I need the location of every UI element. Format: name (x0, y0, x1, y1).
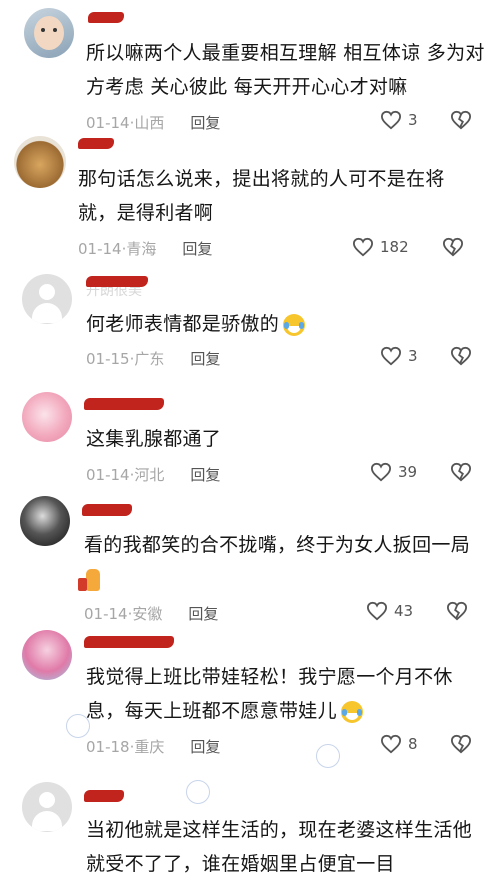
dislike-button[interactable] (450, 110, 472, 134)
dislike-button[interactable] (450, 346, 472, 370)
laughing-tears-emoji (340, 700, 363, 723)
avatar[interactable] (24, 8, 74, 58)
broken-heart-icon (450, 110, 472, 130)
comment-text: 我觉得上班比带娃轻松！我宁愿一个月不休息，每天上班都不愿意带娃儿 (86, 660, 476, 728)
comment-location: 重庆 (134, 738, 165, 756)
avatar[interactable] (22, 274, 72, 324)
heart-outline-icon (352, 237, 374, 257)
comment-meta: 01-14 · 河北 回复 (86, 464, 220, 485)
comment-location: 安徽 (132, 605, 163, 623)
touch-indicator (316, 744, 340, 768)
username-redacted[interactable] (88, 12, 124, 23)
comment-date: 01-14 (84, 604, 128, 623)
username-redacted[interactable] (78, 138, 114, 149)
comment-location: 广东 (134, 350, 165, 368)
username-redacted[interactable] (84, 790, 124, 802)
broken-heart-icon (450, 734, 472, 754)
thumbs-up-emoji (78, 568, 100, 591)
like-count: 182 (380, 238, 409, 256)
touch-indicator (186, 780, 210, 804)
username-redacted[interactable] (82, 504, 132, 516)
reply-button[interactable]: 回复 (190, 736, 220, 757)
like-count: 43 (394, 602, 414, 620)
broken-heart-icon (446, 601, 468, 621)
heart-outline-icon (380, 346, 402, 366)
comment-text: 当初他就是这样生活的，现在老婆这样生活他就受不了了，谁在婚姻里占便宜一目 (86, 819, 473, 875)
comment-text: 所以嘛两个人最重要相互理解 相互体谅 多为对方考虑 关心彼此 每天开开心心才对嘛 (86, 42, 485, 98)
heart-outline-icon (380, 734, 402, 754)
comment-date: 01-14 (86, 465, 130, 484)
comment-text-content: 我觉得上班比带娃轻松！我宁愿一个月不休息，每天上班都不愿意带娃儿 (86, 666, 453, 722)
broken-heart-icon (450, 462, 472, 482)
comment-location: 山西 (134, 114, 165, 132)
comment-text-content: 何老师表情都是骄傲的 (86, 313, 280, 335)
reply-button[interactable]: 回复 (190, 464, 220, 485)
comment-text: 那句话怎么说来，提出将就的人可不是在将就，是得利者啊 (78, 168, 445, 224)
comment-meta: 01-14 · 安徽 回复 (84, 603, 218, 624)
reply-button[interactable]: 回复 (190, 348, 220, 369)
reply-button[interactable]: 回复 (190, 112, 220, 133)
comment-date: 01-14 (78, 239, 122, 258)
comment-location: 河北 (134, 466, 165, 484)
dislike-button[interactable] (446, 601, 468, 625)
like-button[interactable]: 3 (380, 346, 418, 366)
comment-text-content: 看的我都笑的合不拢嘴，终于为女人扳回一局 (84, 534, 471, 556)
comment-location: 青海 (126, 240, 157, 258)
comment-text: 何老师表情都是骄傲的 (86, 307, 486, 341)
heart-outline-icon (370, 462, 392, 482)
username-redacted[interactable] (84, 636, 174, 648)
comment-date: 01-18 (86, 737, 130, 756)
avatar[interactable] (22, 630, 72, 680)
dislike-button[interactable] (442, 237, 464, 261)
like-button[interactable]: 8 (380, 734, 418, 754)
broken-heart-icon (450, 346, 472, 366)
avatar[interactable] (14, 136, 66, 188)
like-count: 3 (408, 347, 418, 365)
heart-outline-icon (366, 601, 388, 621)
comment-meta: 01-18 · 重庆 回复 (86, 736, 220, 757)
avatar[interactable] (22, 392, 72, 442)
like-button[interactable]: 43 (366, 601, 413, 621)
comment-text: 看的我都笑的合不拢嘴，终于为女人扳回一局 (78, 528, 484, 596)
comment-meta: 01-14 · 山西 回复 (86, 112, 220, 133)
like-count: 8 (408, 735, 418, 753)
heart-outline-icon (380, 110, 402, 130)
dislike-button[interactable] (450, 734, 472, 758)
reply-button[interactable]: 回复 (182, 238, 212, 259)
comment-text: 这集乳腺都通了 (86, 428, 222, 450)
like-button[interactable]: 182 (352, 237, 409, 257)
like-count: 39 (398, 463, 418, 481)
like-count: 3 (408, 111, 418, 129)
touch-indicator (66, 714, 90, 738)
reply-button[interactable]: 回复 (188, 603, 218, 624)
comment-meta: 01-14 · 青海 回复 (78, 238, 212, 259)
username-redacted[interactable] (86, 276, 148, 287)
comment-date: 01-14 (86, 113, 130, 132)
like-button[interactable]: 3 (380, 110, 418, 130)
comment-date: 01-15 (86, 349, 130, 368)
laughing-tears-emoji (283, 313, 306, 336)
avatar[interactable] (20, 496, 70, 546)
comment-meta: 01-15 · 广东 回复 (86, 348, 220, 369)
dislike-button[interactable] (450, 462, 472, 486)
username-redacted[interactable] (84, 398, 164, 410)
avatar[interactable] (22, 782, 72, 832)
broken-heart-icon (442, 237, 464, 257)
like-button[interactable]: 39 (370, 462, 417, 482)
